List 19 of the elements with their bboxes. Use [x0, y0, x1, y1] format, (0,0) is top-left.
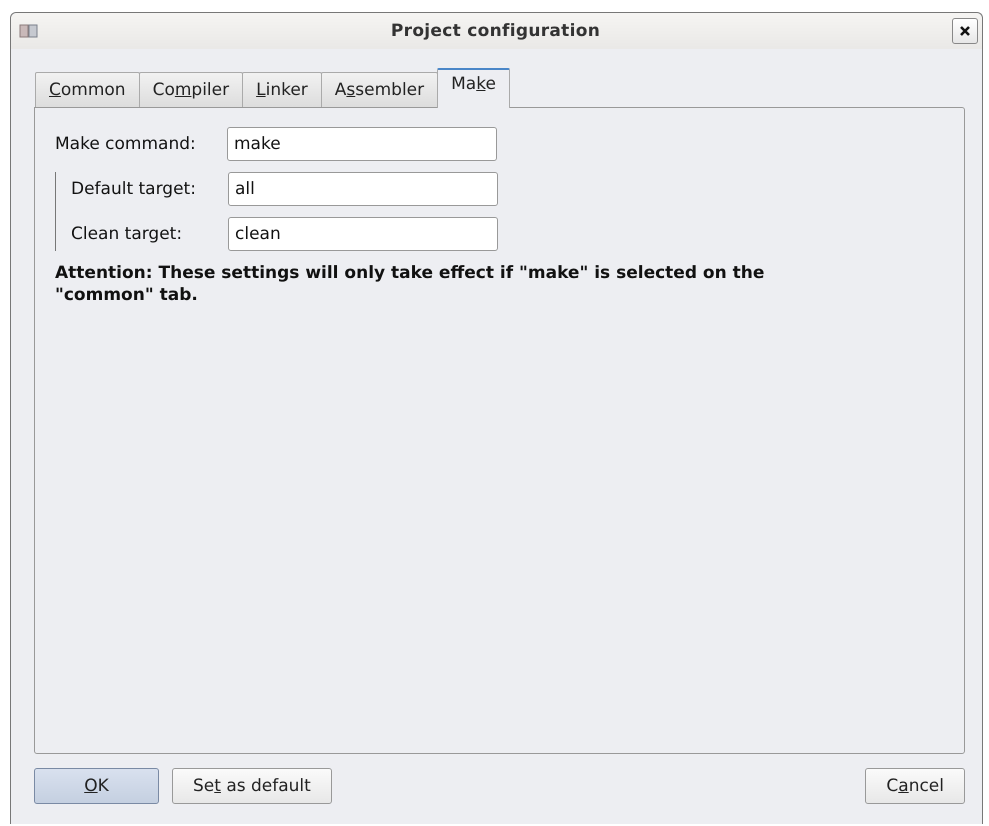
dialog-button[interactable]: Set as default — [172, 768, 332, 804]
tab[interactable]: Common — [35, 72, 140, 107]
input-field[interactable]: all — [228, 172, 498, 206]
close-icon — [959, 25, 971, 37]
input-field[interactable]: make — [227, 127, 497, 161]
field-label: Make command: — [55, 134, 197, 154]
tab[interactable]: Make — [437, 68, 510, 108]
app-icon — [19, 23, 39, 39]
field-label: Clean target: — [70, 224, 184, 244]
input-field[interactable]: clean — [228, 217, 498, 251]
tab[interactable]: Assembler — [320, 72, 438, 107]
attention-note: Attention: These settings will only take effect if "make" is selected on the "common" tab. — [55, 262, 766, 306]
field-label: Default target: — [70, 179, 197, 199]
close-button[interactable] — [952, 18, 978, 44]
tab[interactable]: Linker — [242, 72, 322, 107]
dialog-button[interactable]: OK — [34, 768, 159, 804]
window-title: Project configuration — [390, 21, 602, 41]
dialog-button[interactable]: Cancel — [865, 768, 965, 804]
tab[interactable]: Compiler — [138, 72, 244, 107]
